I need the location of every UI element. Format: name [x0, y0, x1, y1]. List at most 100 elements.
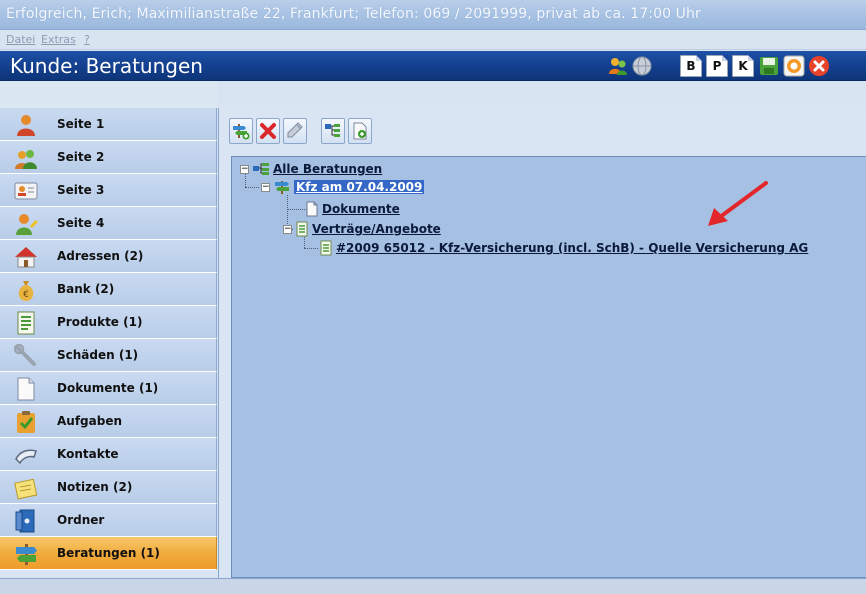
sidebar-item-ordner[interactable]: Ordner	[0, 504, 217, 537]
sidebar-item-label: Seite 2	[57, 150, 105, 164]
sidebar-item-kontakte[interactable]: Kontakte	[0, 438, 217, 471]
expand-tree-button[interactable]	[321, 118, 345, 144]
menu-extras[interactable]: Extras	[41, 33, 76, 46]
tree-node-contracts[interactable]: − Verträge/Angebote	[283, 221, 441, 237]
expand-tree-icon	[325, 124, 340, 137]
menu-datei[interactable]: Datei	[6, 33, 35, 46]
sidebar-item-label: Schäden (1)	[57, 348, 139, 362]
add-node-icon	[233, 124, 250, 140]
sidebar-item-label: Notizen (2)	[57, 480, 133, 494]
document-list-icon	[296, 221, 308, 237]
binder-icon	[14, 509, 38, 533]
help-button[interactable]	[783, 55, 805, 77]
tree-documents-label: Dokumente	[322, 202, 400, 216]
handshake-icon	[14, 443, 38, 467]
new-document-button[interactable]	[348, 118, 372, 144]
sidebar-item-seite-3[interactable]: Seite 3	[0, 174, 217, 207]
tree-connector	[304, 248, 318, 249]
sidebar-item-adressen[interactable]: Adressen (2)	[0, 240, 217, 273]
collapse-toggle[interactable]: −	[261, 182, 270, 192]
tree-connector	[287, 209, 307, 210]
lifebuoy-icon	[783, 55, 805, 77]
document-p-button[interactable]: P	[706, 55, 728, 77]
close-icon	[809, 56, 829, 76]
contact-card-icon	[14, 179, 38, 203]
sidebar-item-seite-2[interactable]: Seite 2	[0, 141, 217, 174]
tree-contract-item-label: #2009 65012 - Kfz-Versicherung (incl. Sc…	[336, 241, 809, 255]
tree-toolbar	[229, 118, 372, 144]
collapse-toggle[interactable]: −	[240, 164, 249, 174]
document-p-icon: P	[712, 59, 722, 73]
sidebar-item-aufgaben[interactable]: Aufgaben	[0, 405, 217, 438]
person-icon	[14, 113, 38, 137]
globe-button[interactable]	[631, 55, 653, 77]
sidebar: Seite 1 Seite 2 Seite 3 Seite 4 Adressen…	[0, 108, 217, 570]
new-document-icon	[353, 122, 367, 140]
signpost-icon	[14, 542, 38, 566]
people-icon	[14, 146, 38, 170]
save-icon	[760, 57, 778, 75]
sidebar-item-label: Seite 1	[57, 117, 105, 131]
document-icon	[306, 201, 318, 217]
sidebar-item-label: Adressen (2)	[57, 249, 144, 263]
add-node-button[interactable]	[229, 118, 253, 144]
document-b-button[interactable]: B	[680, 55, 702, 77]
consultation-tree: − Alle Beratungen − Kfz am 07.04.2009 Do…	[231, 156, 866, 578]
sidebar-spacer	[0, 81, 217, 108]
sidebar-item-label: Bank (2)	[57, 282, 115, 296]
clipboard-check-icon	[14, 410, 38, 434]
menu-bar: Datei Extras ?	[0, 30, 866, 50]
users-button[interactable]	[607, 55, 629, 77]
tree-root-icon	[253, 163, 269, 175]
sidebar-item-seite-4[interactable]: Seite 4	[0, 207, 217, 240]
tree-root-label: Alle Beratungen	[273, 162, 383, 176]
tree-connector	[245, 187, 259, 188]
sidebar-item-label: Aufgaben	[57, 414, 123, 428]
sidebar-item-label: Ordner	[57, 513, 105, 527]
globe-icon	[632, 56, 652, 76]
tree-consultation-label: Kfz am 07.04.2009	[294, 180, 425, 194]
edit-link-icon	[287, 122, 303, 138]
notes-icon	[14, 476, 38, 500]
sidebar-item-label: Seite 3	[57, 183, 105, 197]
document-icon	[14, 377, 38, 401]
page-title: Kunde: Beratungen	[10, 54, 203, 78]
edit-link-button[interactable]	[283, 118, 307, 144]
sidebar-item-dokumente[interactable]: Dokumente (1)	[0, 372, 217, 405]
sidebar-item-label: Seite 4	[57, 216, 105, 230]
delete-button[interactable]	[256, 118, 280, 144]
sidebar-item-beratungen[interactable]: Beratungen (1)	[0, 537, 217, 570]
document-k-icon: K	[738, 59, 748, 73]
tree-connector	[304, 237, 305, 248]
window-title: Erfolgreich, Erich; Maximilianstraße 22,…	[6, 6, 701, 22]
svg-text:€: €	[23, 290, 29, 300]
sidebar-item-label: Dokumente (1)	[57, 381, 159, 395]
signpost-icon	[275, 181, 289, 194]
document-list-icon	[14, 311, 38, 335]
menu-help[interactable]: ?	[84, 33, 90, 46]
tree-node-consultation[interactable]: − Kfz am 07.04.2009	[261, 179, 425, 195]
tree-node-contract-item[interactable]: #2009 65012 - Kfz-Versicherung (incl. Sc…	[320, 240, 808, 256]
document-b-icon: B	[686, 59, 696, 73]
tree-node-root[interactable]: − Alle Beratungen	[240, 161, 382, 177]
sidebar-item-label: Kontakte	[57, 447, 119, 461]
sidebar-item-schaeden[interactable]: Schäden (1)	[0, 339, 217, 372]
users-icon	[609, 58, 627, 75]
document-k-button[interactable]: K	[732, 55, 754, 77]
close-button[interactable]	[808, 55, 830, 77]
save-button[interactable]	[758, 55, 780, 77]
sidebar-item-bank[interactable]: € Bank (2)	[0, 273, 217, 306]
toolbar-separator	[310, 118, 318, 144]
sidebar-item-produkte[interactable]: Produkte (1)	[0, 306, 217, 339]
sidebar-item-notizen[interactable]: Notizen (2)	[0, 471, 217, 504]
person-edit-icon	[14, 212, 38, 236]
wrench-icon	[14, 344, 38, 368]
tree-node-documents[interactable]: Dokumente	[306, 201, 400, 217]
sidebar-item-seite-1[interactable]: Seite 1	[0, 108, 217, 141]
sidebar-item-label: Beratungen (1)	[57, 546, 160, 560]
delete-icon	[260, 123, 276, 139]
tree-contracts-label: Verträge/Angebote	[312, 222, 441, 236]
window-titlebar: Erfolgreich, Erich; Maximilianstraße 22,…	[0, 0, 866, 30]
collapse-toggle[interactable]: −	[283, 224, 292, 234]
document-list-icon	[320, 240, 332, 256]
